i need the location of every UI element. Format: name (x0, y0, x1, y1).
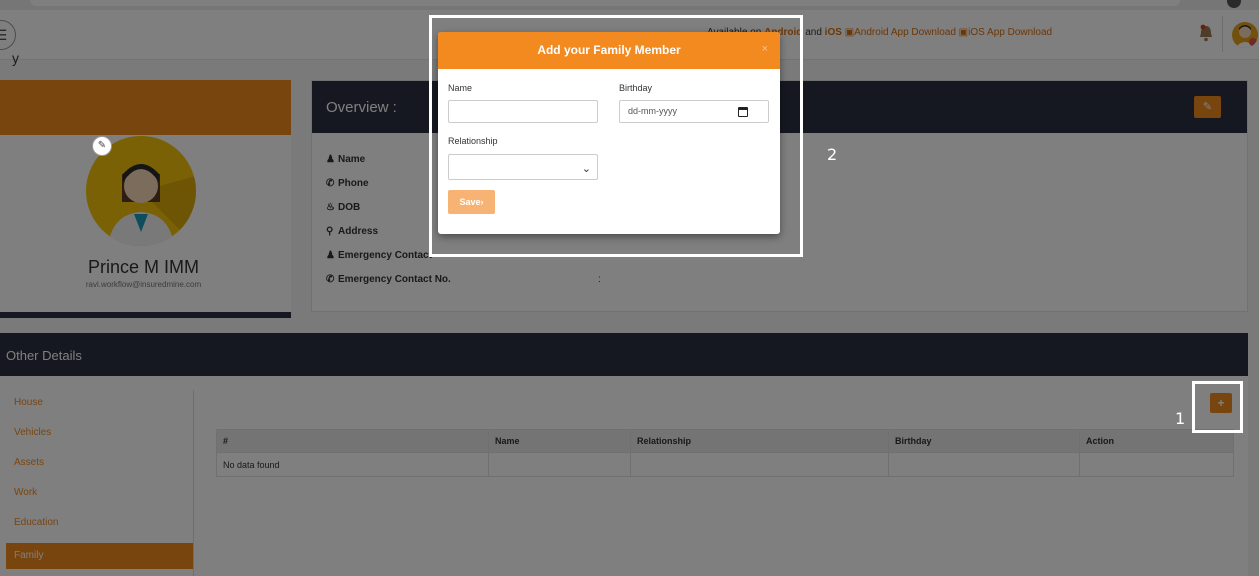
name-input[interactable] (448, 100, 598, 123)
calendar-icon[interactable] (738, 107, 748, 117)
modal-title: Add your Family Member (537, 43, 681, 57)
relationship-select[interactable]: ⌄ (448, 154, 598, 180)
close-icon[interactable]: × (762, 43, 768, 55)
modal-header: Add your Family Member × (438, 32, 780, 69)
save-button[interactable]: Save› (448, 190, 495, 214)
relationship-label: Relationship (448, 136, 498, 146)
pencil-icon[interactable]: ✎ (92, 136, 112, 156)
birthday-label: Birthday (619, 83, 653, 93)
birthday-input[interactable]: dd-mm-yyyy (619, 100, 769, 123)
chevron-right-icon: › (480, 197, 484, 207)
annotation-label-1: 1 (1175, 409, 1186, 428)
chevron-down-icon: ⌄ (581, 163, 591, 175)
save-button-label: Save (459, 197, 481, 207)
add-family-member-modal: Add your Family Member × Name Birthday d… (438, 32, 780, 234)
name-label: Name (448, 83, 473, 93)
birthday-placeholder: dd-mm-yyyy (628, 106, 677, 116)
annotation-label-2: 2 (827, 145, 838, 164)
annotation-box-1 (1192, 381, 1243, 433)
